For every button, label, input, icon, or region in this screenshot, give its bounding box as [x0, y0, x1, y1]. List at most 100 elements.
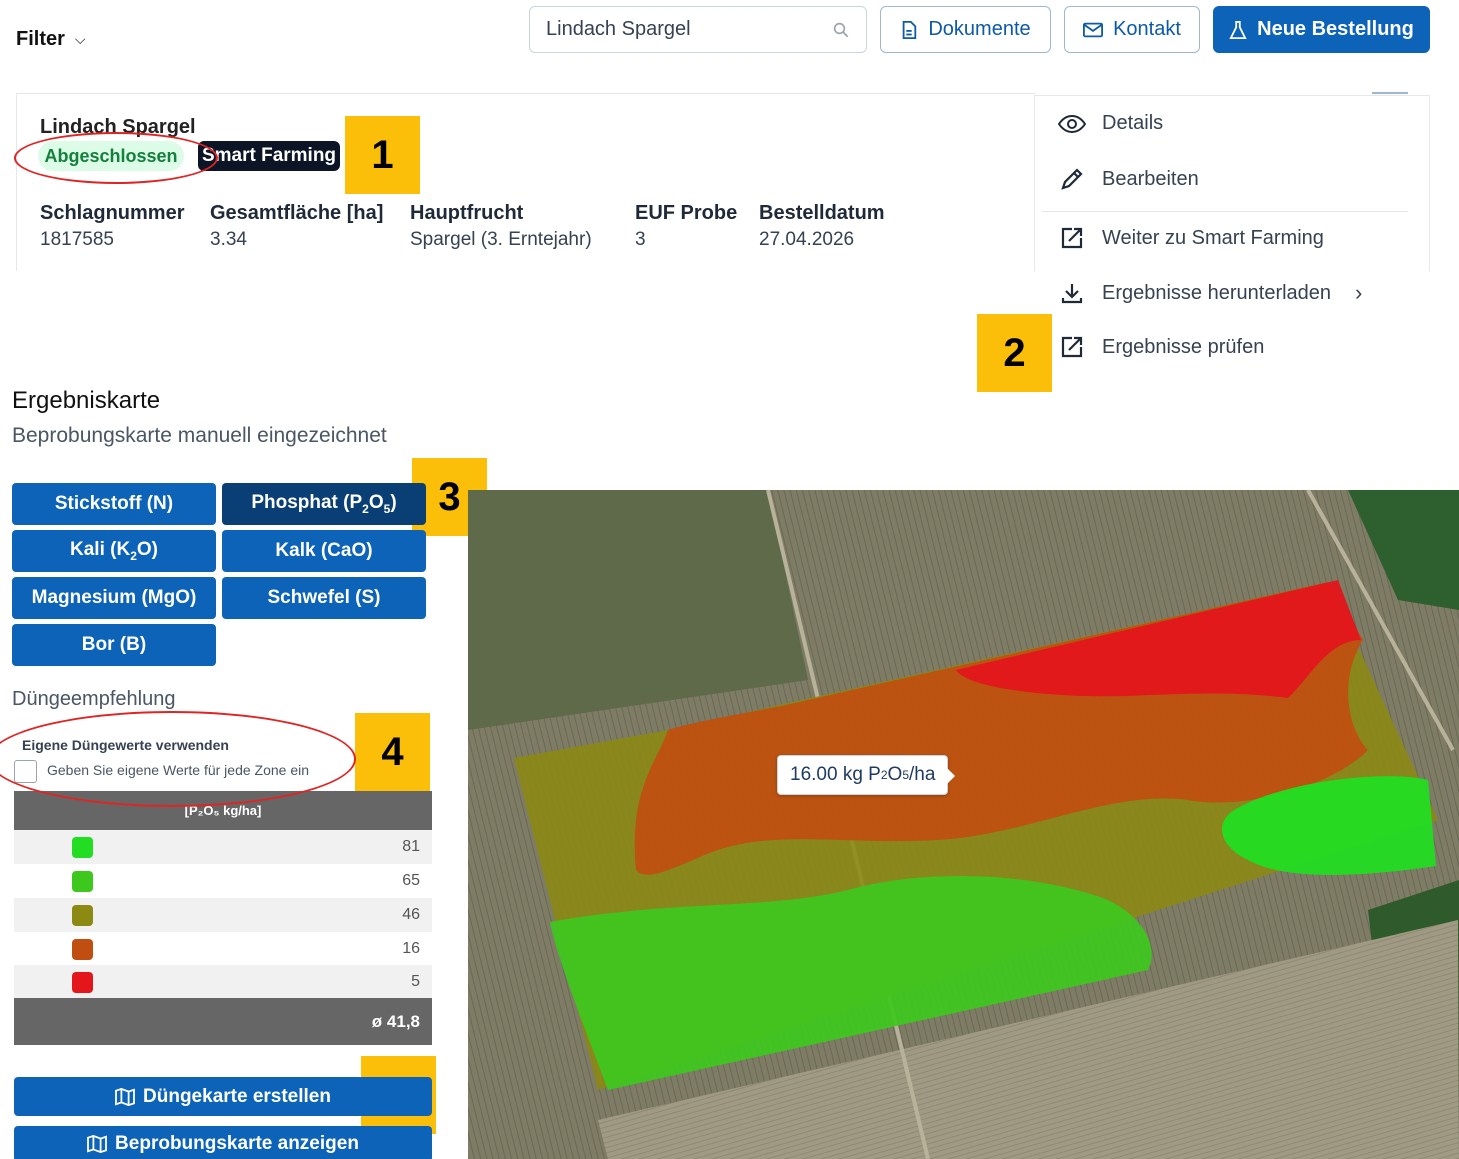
legend-swatch [72, 972, 93, 993]
eye-icon [1058, 114, 1086, 134]
satellite-map [468, 490, 1459, 1159]
map-zone-tooltip: 16.00 kg P 2 O 5/ha [777, 755, 956, 795]
legend-swatch [72, 905, 93, 926]
nutrient-label: Stickstoff (N) [54, 493, 174, 514]
chevron-right-icon: › [1355, 280, 1363, 305]
nutrient-label: Bor (B) [81, 634, 147, 655]
results-subtitle: Beprobungskarte manuell eingezeichnet [12, 424, 387, 447]
nutrient-label: Kali (K2O) [70, 539, 158, 563]
search-input[interactable]: Lindach Spargel [529, 6, 867, 53]
column-header: Bestelldatum [759, 202, 885, 224]
legend-value: 81 [402, 838, 420, 855]
legend-value: 46 [402, 906, 420, 923]
field-column-area: Gesamtfläche [ha] 3.34 [210, 202, 383, 251]
flask-icon [1229, 20, 1247, 40]
nutrient-label: Kalk (CaO) [275, 540, 373, 561]
column-header: EUF Probe [635, 202, 738, 224]
pencil-icon [1058, 167, 1086, 191]
status-badge: Abgeschlossen [38, 141, 184, 171]
legend-row: 16 [14, 932, 432, 966]
nutrient-button-sulfur[interactable]: Schwefel (S) [222, 577, 426, 619]
nutrient-button-magnesium[interactable]: Magnesium (MgO) [12, 577, 216, 619]
map-icon [87, 1135, 107, 1153]
column-header: Schlagnummer [40, 202, 185, 224]
nutrient-label: Magnesium (MgO) [31, 587, 197, 608]
legend-header: [P₂O₅ kg/ha] [14, 791, 432, 830]
menu-item-smart-farming[interactable]: Weiter zu Smart Farming [1058, 226, 1324, 250]
menu-item-label: Weiter zu Smart Farming [1102, 226, 1324, 249]
column-value: 27.04.2026 [759, 229, 855, 250]
menu-item-edit[interactable]: Bearbeiten [1058, 167, 1199, 191]
legend-swatch [72, 871, 93, 892]
show-sampling-map-button[interactable]: Beprobungskarte anzeigen [14, 1126, 432, 1159]
legend-swatch [72, 939, 93, 960]
menu-item-check-results[interactable]: Ergebnisse prüfen [1058, 335, 1264, 359]
field-column-order-date: Bestelldatum 27.04.2026 [759, 202, 885, 251]
document-icon [900, 20, 918, 40]
menu-item-label: Ergebnisse prüfen [1102, 335, 1265, 358]
nutrient-button-boron[interactable]: Bor (B) [12, 624, 216, 666]
legend-swatch [72, 837, 93, 858]
create-fertilizer-map-button[interactable]: Düngekarte erstellen [14, 1077, 432, 1116]
external-link-icon [1058, 335, 1086, 359]
column-header: Gesamtfläche [ha] [210, 202, 384, 224]
legend-row: 81 [14, 830, 432, 864]
nutrient-button-nitrogen[interactable]: Stickstoff (N) [12, 483, 216, 525]
column-value: 3 [635, 229, 646, 250]
field-column-euf: EUF Probe 3 [635, 202, 737, 251]
callout-4: 4 [355, 713, 430, 791]
field-name: Lindach Spargel [40, 116, 196, 138]
column-value: Spargel (3. Erntejahr) [410, 229, 592, 250]
recommendation-heading: Düngeempfehlung [12, 688, 176, 710]
smart-farming-tag: Smart Farming [198, 141, 340, 171]
legend-row: 46 [14, 898, 432, 932]
legend-value: 5 [411, 973, 420, 990]
menu-divider [1042, 211, 1408, 212]
menu-item-details[interactable]: Details [1058, 112, 1163, 135]
new-order-button[interactable]: Neue Bestellung [1213, 6, 1430, 53]
nutrient-label: Schwefel (S) [267, 587, 381, 608]
filter-dropdown[interactable]: Filter ⌵ [16, 28, 86, 51]
filter-label: Filter [16, 28, 65, 50]
legend-value: 65 [402, 872, 420, 889]
menu-item-label: Bearbeiten [1102, 167, 1199, 190]
search-icon [832, 21, 850, 39]
column-header: Hauptfrucht [410, 202, 524, 224]
column-value: 1817585 [40, 229, 114, 250]
results-map[interactable] [468, 490, 1459, 1159]
new-order-label: Neue Bestellung [1257, 18, 1414, 40]
download-icon [1058, 281, 1086, 305]
nutrient-button-lime[interactable]: Kalk (CaO) [222, 530, 426, 572]
field-column-crop: Hauptfrucht Spargel (3. Erntejahr) [410, 202, 592, 251]
chevron-down-icon: ⌵ [74, 31, 86, 47]
button-label: Düngekarte erstellen [143, 1085, 331, 1107]
documents-button[interactable]: Dokumente [880, 6, 1051, 53]
menu-item-label: Ergebnisse herunterladen [1102, 281, 1332, 304]
field-column-schlagnummer: Schlagnummer 1817585 [40, 202, 184, 251]
map-icon [115, 1087, 135, 1106]
mail-icon [1083, 22, 1104, 38]
callout-1: 1 [345, 116, 420, 194]
callout-2: 2 [977, 314, 1052, 392]
button-label: Beprobungskarte anzeigen [115, 1133, 359, 1154]
contact-label: Kontakt [1113, 18, 1181, 40]
menu-item-download-results[interactable]: Ergebnisse herunterladen › [1058, 280, 1362, 306]
results-title: Ergebniskarte [12, 387, 161, 414]
nutrient-button-potassium[interactable]: Kali (K2O) [12, 530, 216, 572]
documents-label: Dokumente [928, 18, 1031, 40]
menu-item-label: Details [1102, 112, 1164, 134]
search-value: Lindach Spargel [546, 18, 691, 40]
legend-value: 16 [402, 940, 420, 957]
own-values-checkbox[interactable] [14, 760, 37, 783]
legend-average: ø 41,8 [14, 998, 432, 1045]
column-value: 3.34 [210, 229, 247, 250]
contact-button[interactable]: Kontakt [1064, 6, 1200, 53]
legend-row: 5 [14, 965, 432, 999]
own-values-label: Eigene Düngewerte verwenden [22, 737, 229, 753]
menu-trigger[interactable] [1372, 92, 1408, 94]
nutrient-label: Phosphat (P2O5) [251, 492, 397, 516]
nutrient-button-phosphate[interactable]: Phosphat (P2O5) [222, 483, 426, 525]
own-values-hint: Geben Sie eigene Werte für jede Zone ein [47, 762, 310, 778]
legend-row: 65 [14, 864, 432, 898]
external-link-icon [1058, 226, 1086, 250]
